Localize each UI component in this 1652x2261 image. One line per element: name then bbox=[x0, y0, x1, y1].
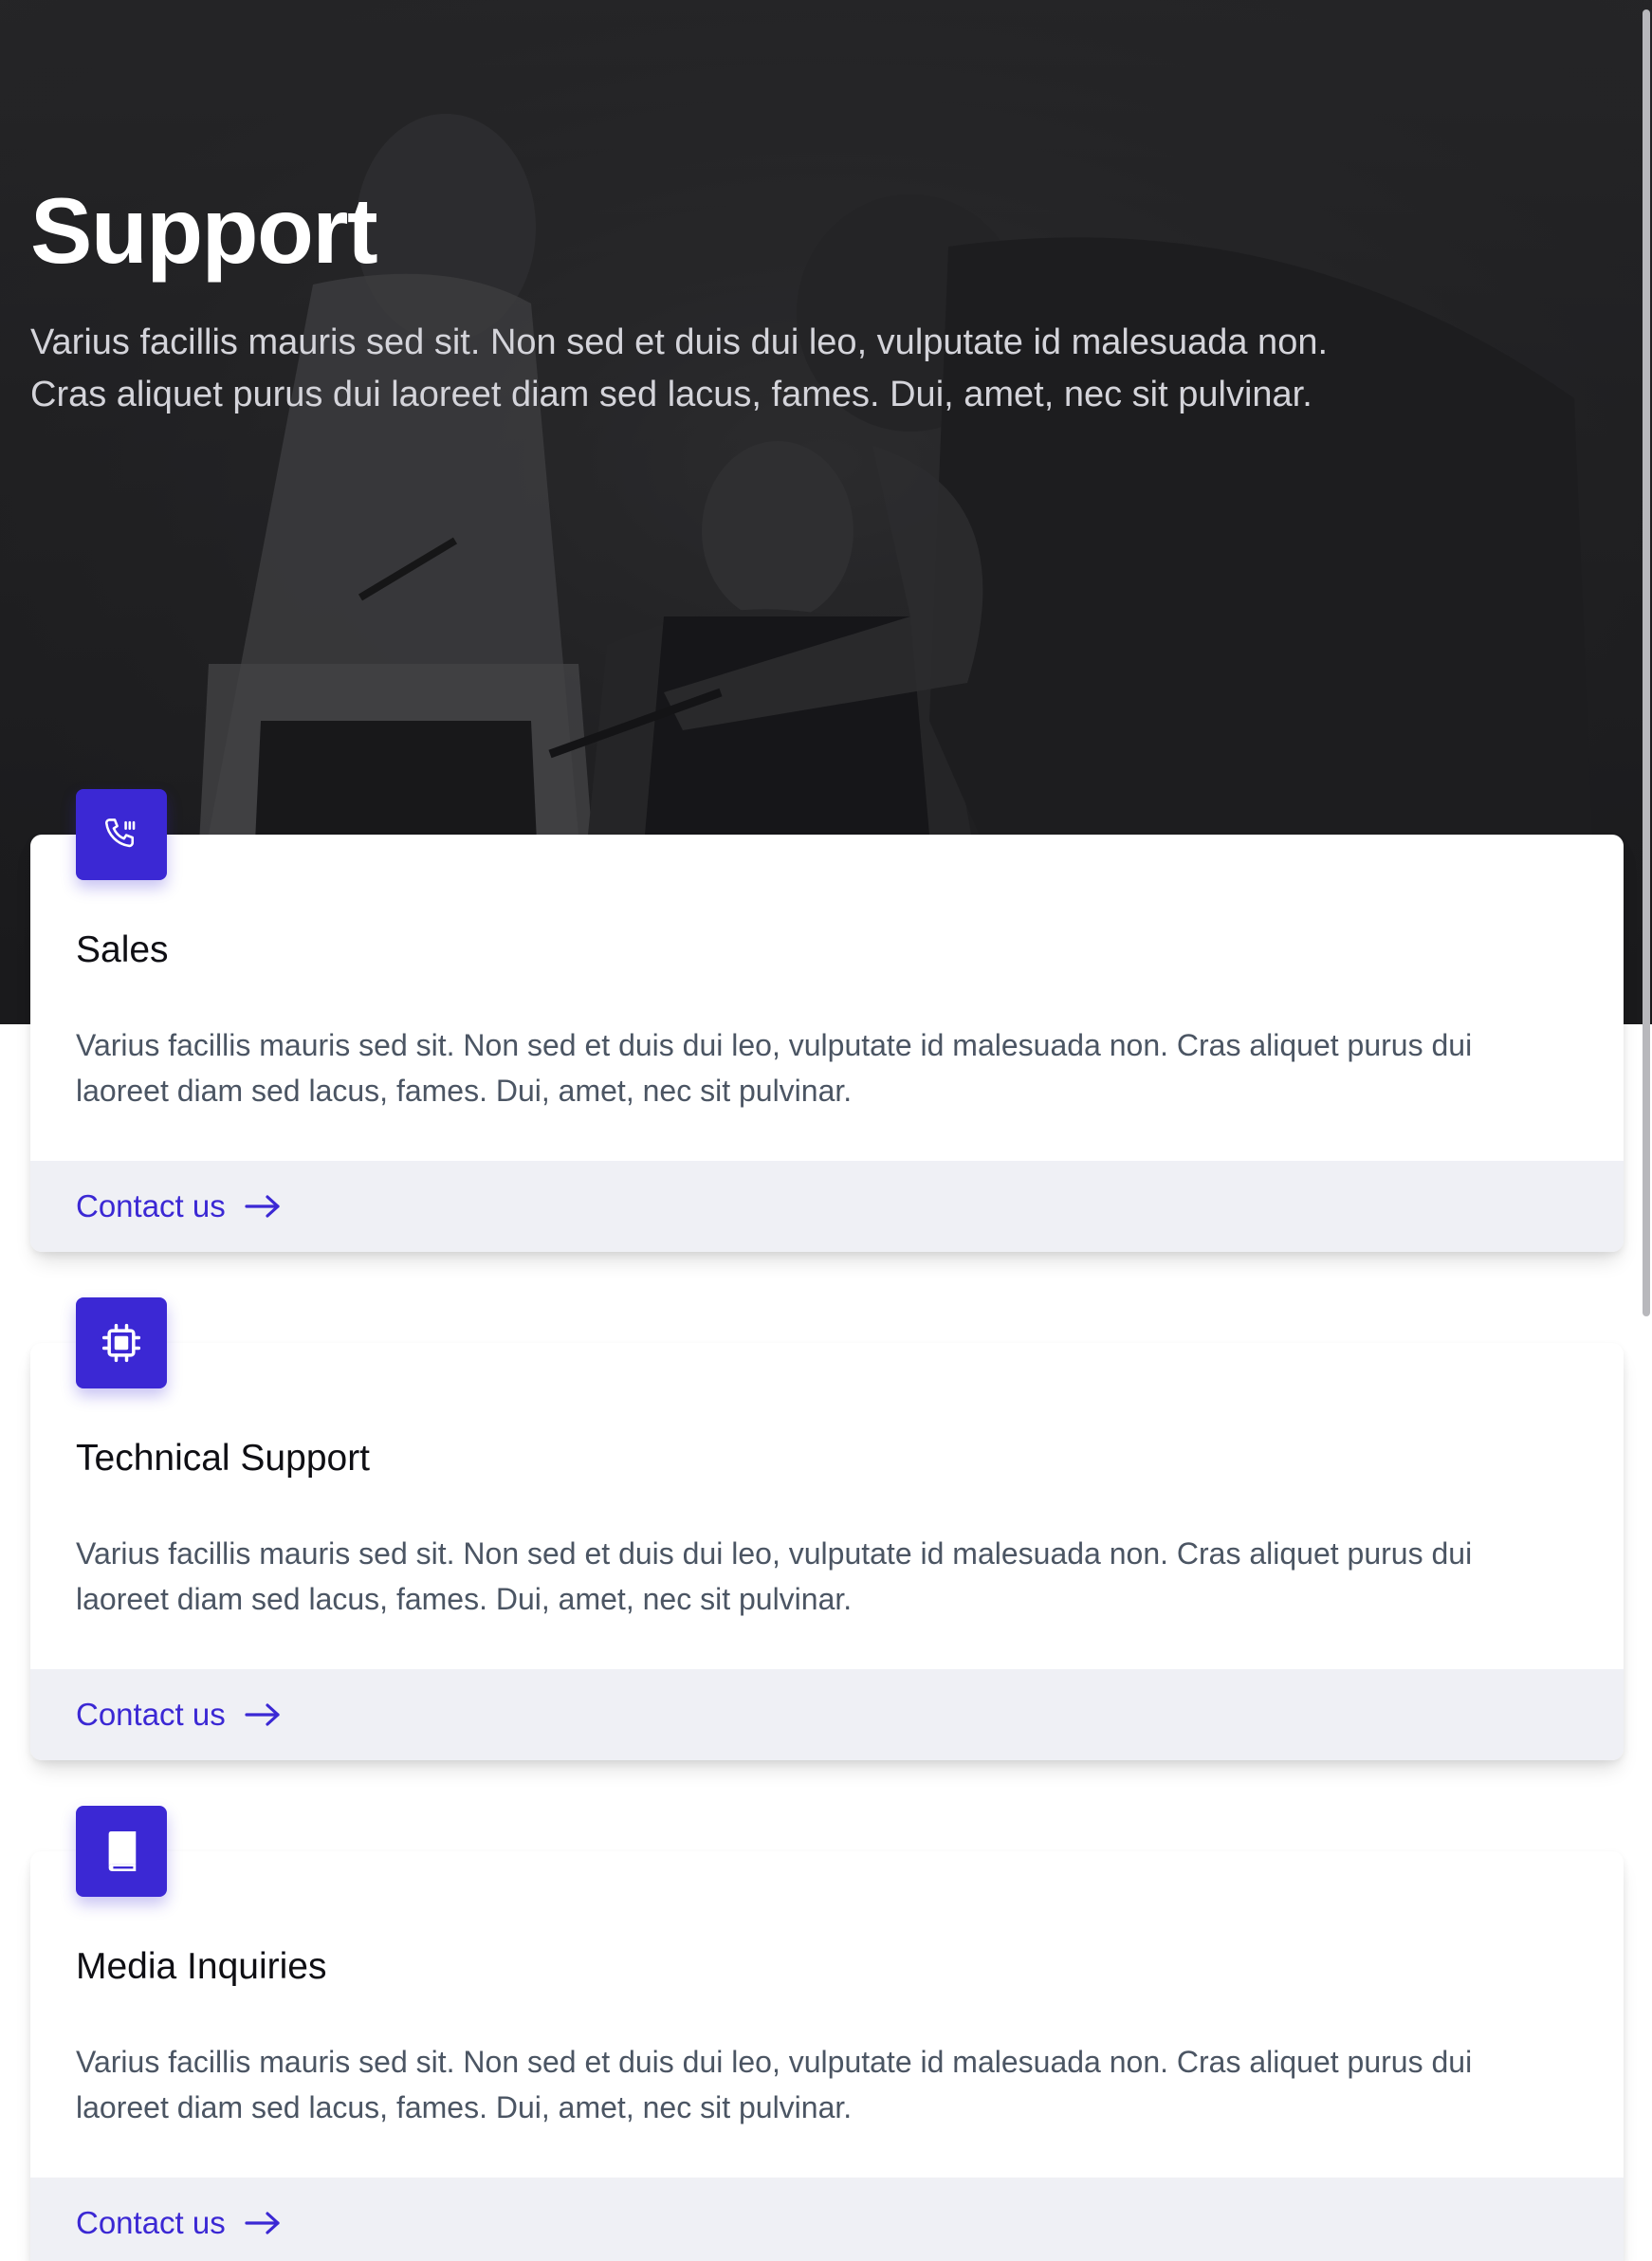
support-card-technical-support: Technical Support Varius facillis mauris… bbox=[30, 1297, 1624, 1760]
contact-us-link-media-inquiries[interactable]: Contact us bbox=[76, 2204, 281, 2242]
card-icon-badge bbox=[76, 1297, 167, 1388]
card-icon-badge bbox=[76, 1806, 167, 1897]
card-description: Varius facillis mauris sed sit. Non sed … bbox=[76, 2045, 1473, 2124]
card-footer: Contact us bbox=[30, 1161, 1624, 1252]
contact-us-label: Contact us bbox=[76, 2205, 226, 2240]
page-title: Support bbox=[30, 178, 378, 283]
scrollbar-thumb[interactable] bbox=[1643, 9, 1650, 1316]
hero-description-line-1: Varius facillis mauris sed sit. Non sed … bbox=[30, 322, 1329, 362]
card-description: Varius facillis mauris sed sit. Non sed … bbox=[76, 1028, 1473, 1108]
support-card-media-inquiries: Media Inquiries Varius facillis mauris s… bbox=[30, 1806, 1624, 2261]
arrow-right-icon bbox=[245, 2211, 281, 2235]
book-icon bbox=[108, 1831, 137, 1871]
card-icon-badge bbox=[76, 789, 167, 880]
card-title: Sales bbox=[76, 929, 169, 970]
chip-icon bbox=[101, 1323, 141, 1363]
card-title: Media Inquiries bbox=[76, 1946, 327, 1987]
hero-description: Varius facillis mauris sed sit. Non sed … bbox=[30, 317, 1396, 421]
contact-us-link-technical-support[interactable]: Contact us bbox=[76, 1696, 281, 1734]
contact-us-label: Contact us bbox=[76, 1697, 226, 1732]
contact-us-link-sales[interactable]: Contact us bbox=[76, 1187, 281, 1225]
scrollbar[interactable] bbox=[1641, 0, 1652, 2261]
arrow-right-icon bbox=[245, 1702, 281, 1727]
card-footer: Contact us bbox=[30, 2178, 1624, 2261]
hero-description-line-2: Cras aliquet purus dui laoreet diam sed … bbox=[30, 375, 1312, 414]
hero-content: Support Varius facillis mauris sed sit. … bbox=[30, 178, 1396, 421]
arrow-right-icon bbox=[245, 1194, 281, 1219]
phone-icon bbox=[104, 818, 136, 848]
card-title: Technical Support bbox=[76, 1438, 371, 1479]
card-description: Varius facillis mauris sed sit. Non sed … bbox=[76, 1536, 1473, 1616]
card-footer: Contact us bbox=[30, 1669, 1624, 1760]
contact-us-label: Contact us bbox=[76, 1188, 226, 1223]
support-card-sales: Sales Varius facillis mauris sed sit. No… bbox=[30, 789, 1624, 1252]
